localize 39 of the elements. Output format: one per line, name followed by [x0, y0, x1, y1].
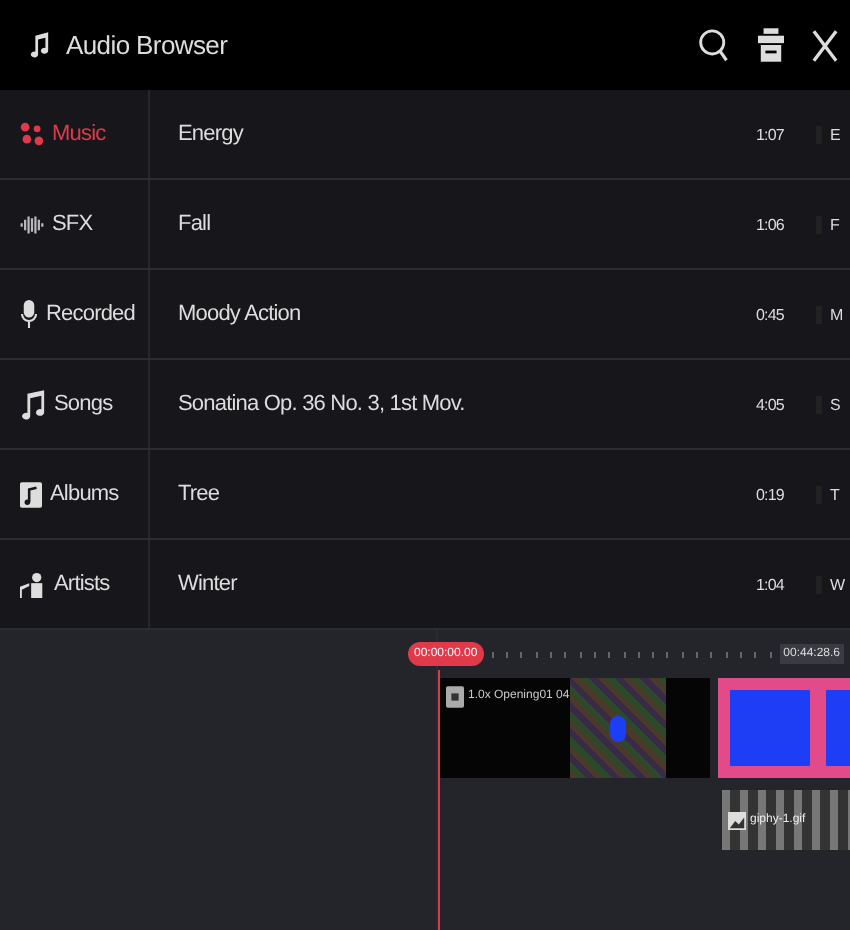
frame-clip[interactable] [718, 678, 850, 778]
track-title: Winter [176, 572, 240, 596]
waveform-icon [20, 213, 44, 235]
table-cell: S [816, 395, 850, 413]
search-icon[interactable] [698, 27, 730, 63]
table-cell: F [816, 215, 850, 233]
store-icon[interactable] [758, 28, 784, 62]
track-title: Fall [176, 212, 213, 236]
table-cell: T [816, 485, 850, 503]
track-duration: 1:06 [756, 215, 786, 233]
track-duration: 0:45 [756, 305, 786, 323]
category-tab[interactable]: Music [0, 90, 150, 178]
clip-icon [446, 686, 464, 708]
track-duration: 4:05 [756, 395, 786, 413]
table-cell: E [816, 125, 850, 143]
table-cell: M [816, 305, 850, 323]
category-tab[interactable]: Artists [0, 540, 150, 628]
track-duration: 1:07 [756, 125, 786, 143]
microphone-icon [20, 300, 38, 328]
category-tab[interactable]: Recorded [0, 270, 150, 358]
track-title: Sonatina Op. 36 No. 3, 1st Mov. [176, 392, 467, 416]
track-title: Energy [176, 122, 246, 146]
category-tab[interactable]: Songs [0, 360, 150, 448]
video-thumbnail [570, 678, 666, 778]
header-title: Audio Browser [66, 30, 228, 60]
track-title: Moody Action [176, 302, 303, 326]
track-duration: 0:19 [756, 485, 786, 503]
track-title: Tree [176, 482, 222, 506]
category-tab[interactable]: Albums [0, 450, 150, 538]
image-icon [728, 811, 746, 829]
close-icon[interactable] [812, 27, 838, 63]
track-duration: 1:04 [756, 575, 786, 593]
music-notes-icon [20, 122, 44, 146]
album-icon [20, 481, 42, 507]
table-cell: W [816, 575, 850, 593]
music-note-icon [20, 389, 46, 419]
music-note-icon [28, 32, 50, 58]
person-icon [20, 571, 46, 597]
category-tab[interactable]: SFX [0, 180, 150, 268]
